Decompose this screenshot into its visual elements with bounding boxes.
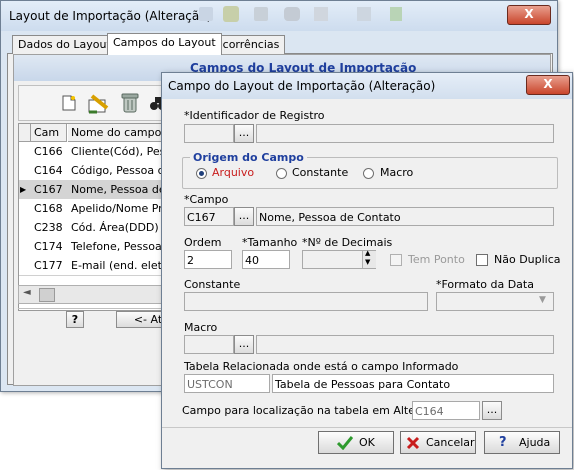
spin-down-icon[interactable]: ▼ bbox=[365, 258, 370, 266]
tab-campos-do-layout[interactable]: Campos do Layout bbox=[107, 33, 222, 55]
delete-record-icon[interactable] bbox=[120, 92, 140, 114]
faded-excel-icon bbox=[390, 7, 402, 21]
row-indicator-icon: ▶ bbox=[20, 185, 27, 194]
radio-macro[interactable] bbox=[363, 168, 374, 179]
ok-label: OK bbox=[359, 436, 375, 449]
identificador-desc bbox=[256, 124, 554, 143]
radio-arquivo-label[interactable]: Arquivo bbox=[212, 166, 254, 179]
constante-input[interactable] bbox=[184, 292, 428, 311]
faded-edit-icon bbox=[223, 6, 239, 22]
row-code: C166 bbox=[34, 145, 63, 158]
dialog-close-button[interactable]: X bbox=[526, 75, 570, 95]
faded-page-icon bbox=[199, 7, 213, 21]
tamanho-label: *Tamanho bbox=[242, 236, 298, 249]
row-code: C164 bbox=[34, 164, 63, 177]
ok-button[interactable]: OK bbox=[318, 431, 394, 454]
nao-duplica-label: Não Duplica bbox=[494, 253, 561, 266]
ordem-input[interactable]: 2 bbox=[184, 250, 232, 269]
table-row[interactable]: C174 Telefone, Pessoa d bbox=[19, 237, 179, 257]
scroll-left-arrow-icon[interactable]: ◄ bbox=[23, 287, 31, 298]
faded-bin-icon bbox=[254, 7, 268, 21]
formato-label: *Formato da Data bbox=[436, 278, 534, 291]
grid-corner bbox=[19, 124, 31, 142]
dialog-titlebar: Campo do Layout de Importação (Alteração… bbox=[162, 73, 572, 99]
edit-record-icon[interactable] bbox=[87, 92, 111, 114]
scroll-thumb[interactable] bbox=[39, 288, 55, 302]
button-separator bbox=[162, 427, 572, 428]
table-row[interactable]: C166 Cliente(Cód), Pesso bbox=[19, 142, 179, 162]
table-row[interactable]: ▶ C167 Nome, Pessoa de C bbox=[19, 180, 179, 200]
grid-nav-bar: ? <- At bbox=[18, 308, 180, 329]
radio-constante[interactable] bbox=[276, 168, 287, 179]
fields-grid: Cam Nome do campo C166 Cliente(Cód), Pess… bbox=[18, 123, 180, 311]
macro-input[interactable] bbox=[184, 335, 234, 354]
macro-label: Macro bbox=[184, 321, 218, 334]
cancel-label: Cancelar bbox=[426, 436, 475, 449]
row-name: Telefone, Pessoa d bbox=[71, 240, 173, 253]
window-title: Layout de Importação (Alteração) bbox=[9, 9, 212, 23]
tab-dados-do-layout[interactable]: Dados do Layout bbox=[12, 35, 117, 54]
help-icon[interactable]: ? bbox=[66, 311, 84, 328]
decimais-label: *Nº de Decimais bbox=[302, 236, 393, 249]
macro-lookup-button[interactable]: ... bbox=[234, 335, 254, 354]
radio-arquivo[interactable] bbox=[196, 168, 207, 179]
identificador-input[interactable] bbox=[184, 124, 234, 143]
faded-binoculars-icon bbox=[284, 7, 300, 21]
localizacao-input[interactable]: C164 bbox=[412, 401, 480, 420]
macro-desc bbox=[256, 335, 554, 354]
identificador-lookup-button[interactable]: ... bbox=[234, 124, 254, 143]
table-row[interactable]: C168 Apelido/Nome Prefe bbox=[19, 199, 179, 219]
row-code: C238 bbox=[34, 221, 63, 234]
grid-header-code[interactable]: Cam bbox=[31, 124, 67, 142]
table-row[interactable]: C177 E-mail (end. eletrôn bbox=[19, 256, 179, 276]
layout-window-titlebar: Layout de Importação (Alteração) X bbox=[1, 1, 557, 31]
window-close-button[interactable]: X bbox=[507, 5, 551, 25]
cancel-button[interactable]: Cancelar bbox=[400, 431, 476, 454]
tabela-desc: Tabela de Pessoas para Contato bbox=[272, 374, 554, 393]
localizacao-label: Campo para localização na tabela em Alte… bbox=[182, 404, 446, 417]
help-button[interactable]: ? Ajuda bbox=[484, 431, 560, 454]
campo-desc: Nome, Pessoa de Contato bbox=[256, 207, 554, 226]
identificador-label: *Identificador de Registro bbox=[184, 109, 325, 122]
row-name: Código, Pessoa de bbox=[71, 164, 172, 177]
row-code: C174 bbox=[34, 240, 63, 253]
new-record-icon[interactable] bbox=[62, 95, 76, 111]
tem-ponto-label: Tem Ponto bbox=[408, 253, 465, 266]
spin-up-icon[interactable]: ▲ bbox=[365, 249, 370, 257]
faded-lock-icon bbox=[314, 7, 328, 21]
origem-label: Origem do Campo bbox=[190, 151, 307, 164]
cancel-x-icon bbox=[406, 436, 420, 450]
row-code: C168 bbox=[34, 202, 63, 215]
tem-ponto-checkbox[interactable] bbox=[390, 254, 402, 266]
constante-label: Constante bbox=[184, 278, 241, 291]
table-row[interactable]: C164 Código, Pessoa de bbox=[19, 161, 179, 181]
faded-doc-icon bbox=[357, 7, 371, 21]
formato-dropdown-icon[interactable]: ▼ bbox=[539, 295, 546, 305]
grid-hscrollbar[interactable]: ◄ bbox=[18, 285, 180, 304]
row-code: C177 bbox=[34, 259, 63, 272]
tabela-code: USTCON bbox=[184, 374, 270, 393]
radio-constante-label[interactable]: Constante bbox=[292, 166, 348, 179]
campo-lookup-button[interactable]: ... bbox=[234, 207, 254, 226]
tamanho-input[interactable]: 40 bbox=[242, 250, 290, 269]
nao-duplica-checkbox[interactable] bbox=[476, 254, 488, 266]
table-row[interactable]: C238 Cód. Área(DDD) Te bbox=[19, 218, 179, 238]
help-question-icon: ? bbox=[499, 435, 507, 450]
decimais-spinner[interactable]: ▲ ▼ bbox=[362, 249, 376, 268]
row-code: C167 bbox=[34, 183, 63, 196]
dialog-title: Campo do Layout de Importação (Alteração… bbox=[168, 79, 436, 93]
help-label: Ajuda bbox=[519, 436, 551, 449]
ordem-label: Ordem bbox=[184, 236, 222, 249]
formato-select[interactable] bbox=[436, 292, 554, 311]
row-name: Cód. Área(DDD) Te bbox=[71, 221, 174, 234]
radio-macro-label[interactable]: Macro bbox=[380, 166, 413, 179]
campo-code-input[interactable]: C167 bbox=[184, 207, 234, 226]
localizacao-lookup-button[interactable]: ... bbox=[482, 401, 502, 420]
tabela-label: Tabela Relacionada onde está o campo Inf… bbox=[184, 360, 459, 373]
campo-label: *Campo bbox=[184, 193, 229, 206]
campo-dialog: Campo do Layout de Importação (Alteração… bbox=[161, 72, 573, 469]
checkmark-icon bbox=[337, 436, 353, 450]
